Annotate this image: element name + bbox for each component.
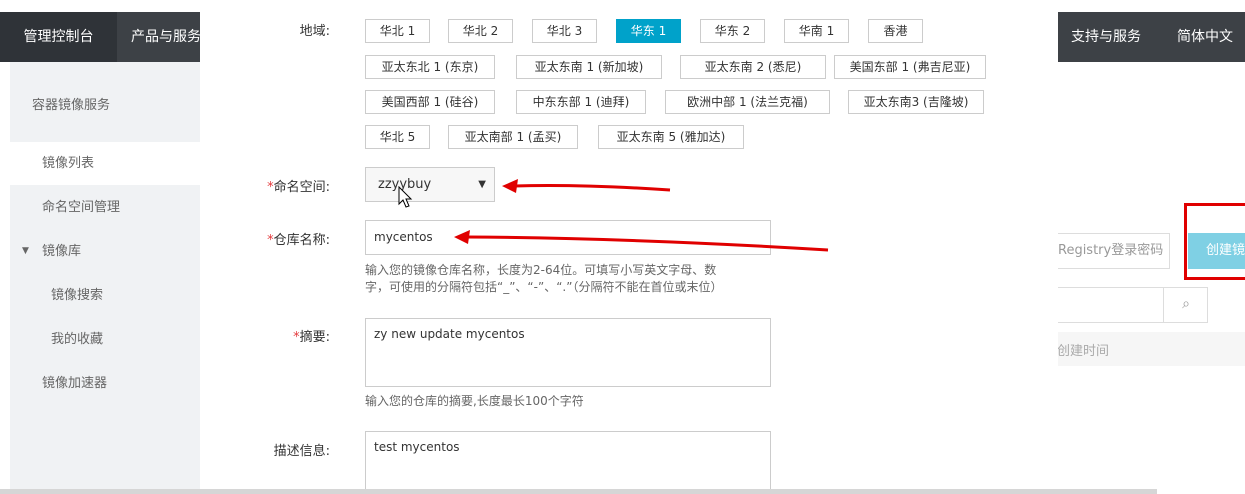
region-option[interactable]: 华南 1 — [784, 19, 849, 43]
region-option[interactable]: 美国西部 1 (硅谷) — [365, 90, 495, 114]
repo-name-label-text: 仓库名称: — [273, 233, 330, 248]
sidebar-item-favorites[interactable]: 我的收藏 — [10, 318, 200, 361]
region-label: 地域: — [299, 24, 330, 39]
region-option[interactable]: 亚太东南 5 (雅加达) — [598, 125, 744, 149]
background-content: Registry登录密码 创建镜 ⌕ 创建时间 — [1053, 62, 1245, 494]
search-button[interactable]: ⌕ — [1163, 287, 1208, 323]
region-option[interactable]: 欧洲中部 1 (法兰克福) — [665, 90, 830, 114]
annotation-box — [1184, 203, 1245, 280]
summary-label-text: 摘要: — [299, 330, 330, 345]
region-option[interactable]: 亚太东南3 (吉隆坡) — [848, 90, 984, 114]
horizontal-scrollbar[interactable] — [0, 489, 1157, 494]
chevron-down-icon: ▼ — [478, 179, 486, 190]
region-option[interactable]: 华北 5 — [365, 125, 430, 149]
table-header: 创建时间 — [1053, 332, 1245, 366]
create-repo-dialog: 地域: 华北 1 华北 2 华北 3 华东 1 华东 2 华南 1 香港 亚太东… — [200, 0, 1058, 494]
sidebar-item-image-search[interactable]: 镜像搜索 — [10, 274, 200, 317]
region-option[interactable]: 华北 1 — [365, 19, 430, 43]
language-menu[interactable]: 简体中文 — [1177, 12, 1233, 62]
region-option[interactable]: 亚太东南 2 (悉尼) — [680, 55, 826, 79]
description-textarea[interactable]: test mycentos — [365, 431, 771, 494]
support-menu[interactable]: 支持与服务 — [1071, 12, 1141, 62]
annotation-arrow — [454, 230, 829, 252]
repo-name-hint-line2: 字，可使用的分隔符包括“_”、“-”、“.”（分隔符不能在首位或末位） — [365, 280, 723, 294]
sidebar-item-accelerator[interactable]: 镜像加速器 — [10, 362, 200, 405]
namespace-select[interactable]: zzyybuy ▼ — [365, 167, 495, 202]
description-label: 描述信息: — [273, 444, 330, 459]
sidebar-item-image-list[interactable]: 镜像列表 — [10, 142, 200, 185]
sidebar-item-repos[interactable]: ▼ 镜像库 — [10, 230, 200, 273]
summary-label: *摘要: — [200, 326, 330, 345]
region-option[interactable]: 香港 — [868, 19, 923, 43]
caret-down-icon: ▼ — [22, 246, 29, 256]
mouse-cursor-icon — [398, 186, 413, 208]
region-option[interactable]: 美国东部 1 (弗吉尼亚) — [834, 55, 986, 79]
created-time-column: 创建时间 — [1057, 344, 1110, 359]
region-option[interactable]: 中东东部 1 (迪拜) — [516, 90, 646, 114]
namespace-label-text: 命名空间: — [273, 180, 330, 195]
search-icon: ⌕ — [1182, 296, 1190, 312]
region-option[interactable]: 亚太南部 1 (孟买) — [448, 125, 578, 149]
registry-password-button[interactable]: Registry登录密码 — [1053, 233, 1170, 269]
region-option[interactable]: 华东 2 — [700, 19, 765, 43]
region-option[interactable]: 亚太东北 1 (东京) — [365, 55, 495, 79]
summary-hint: 输入您的仓库的摘要,长度最长100个字符 — [365, 394, 584, 408]
sidebar-item-namespace[interactable]: 命名空间管理 — [10, 186, 200, 229]
region-option-selected[interactable]: 华东 1 — [616, 19, 681, 43]
sidebar: 容器镜像服务 镜像列表 命名空间管理 ▼ 镜像库 镜像搜索 我的收藏 镜像加速器 — [10, 62, 200, 494]
products-menu[interactable]: 产品与服务 — [131, 12, 201, 62]
region-option[interactable]: 华北 2 — [448, 19, 513, 43]
region-option[interactable]: 华北 3 — [532, 19, 597, 43]
summary-textarea[interactable]: zy new update mycentos — [365, 318, 771, 387]
namespace-label: *命名空间: — [200, 176, 330, 195]
service-title: 容器镜像服务 — [32, 98, 111, 113]
region-option[interactable]: 亚太东南 1 (新加坡) — [516, 55, 662, 79]
repo-name-label: *仓库名称: — [200, 229, 330, 248]
console-link[interactable]: 管理控制台 — [0, 12, 117, 62]
repo-name-hint-line1: 输入您的镜像仓库名称，长度为2-64位。可填写小写英文字母、数 — [365, 263, 717, 277]
annotation-arrow — [502, 179, 671, 193]
sidebar-item-repos-label: 镜像库 — [42, 244, 82, 259]
